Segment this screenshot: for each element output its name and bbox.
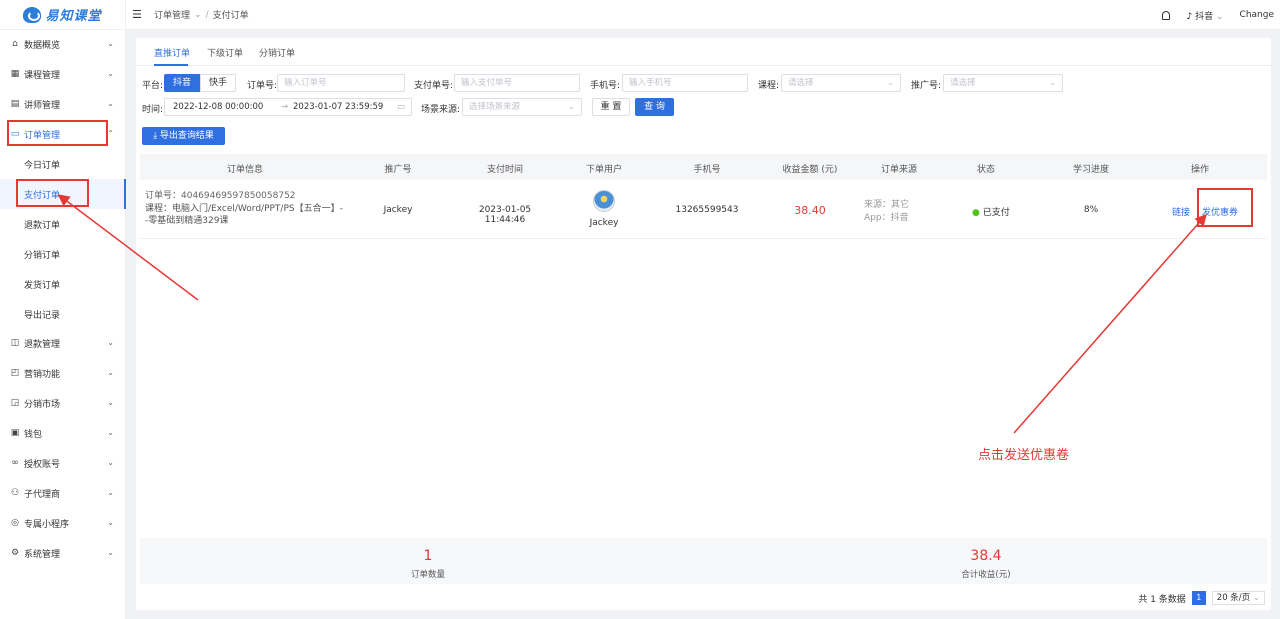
annotation-arrows bbox=[57, 194, 1207, 434]
arrow-to-paid-orders bbox=[57, 194, 199, 301]
arrow-to-send-coupon bbox=[1013, 213, 1207, 434]
